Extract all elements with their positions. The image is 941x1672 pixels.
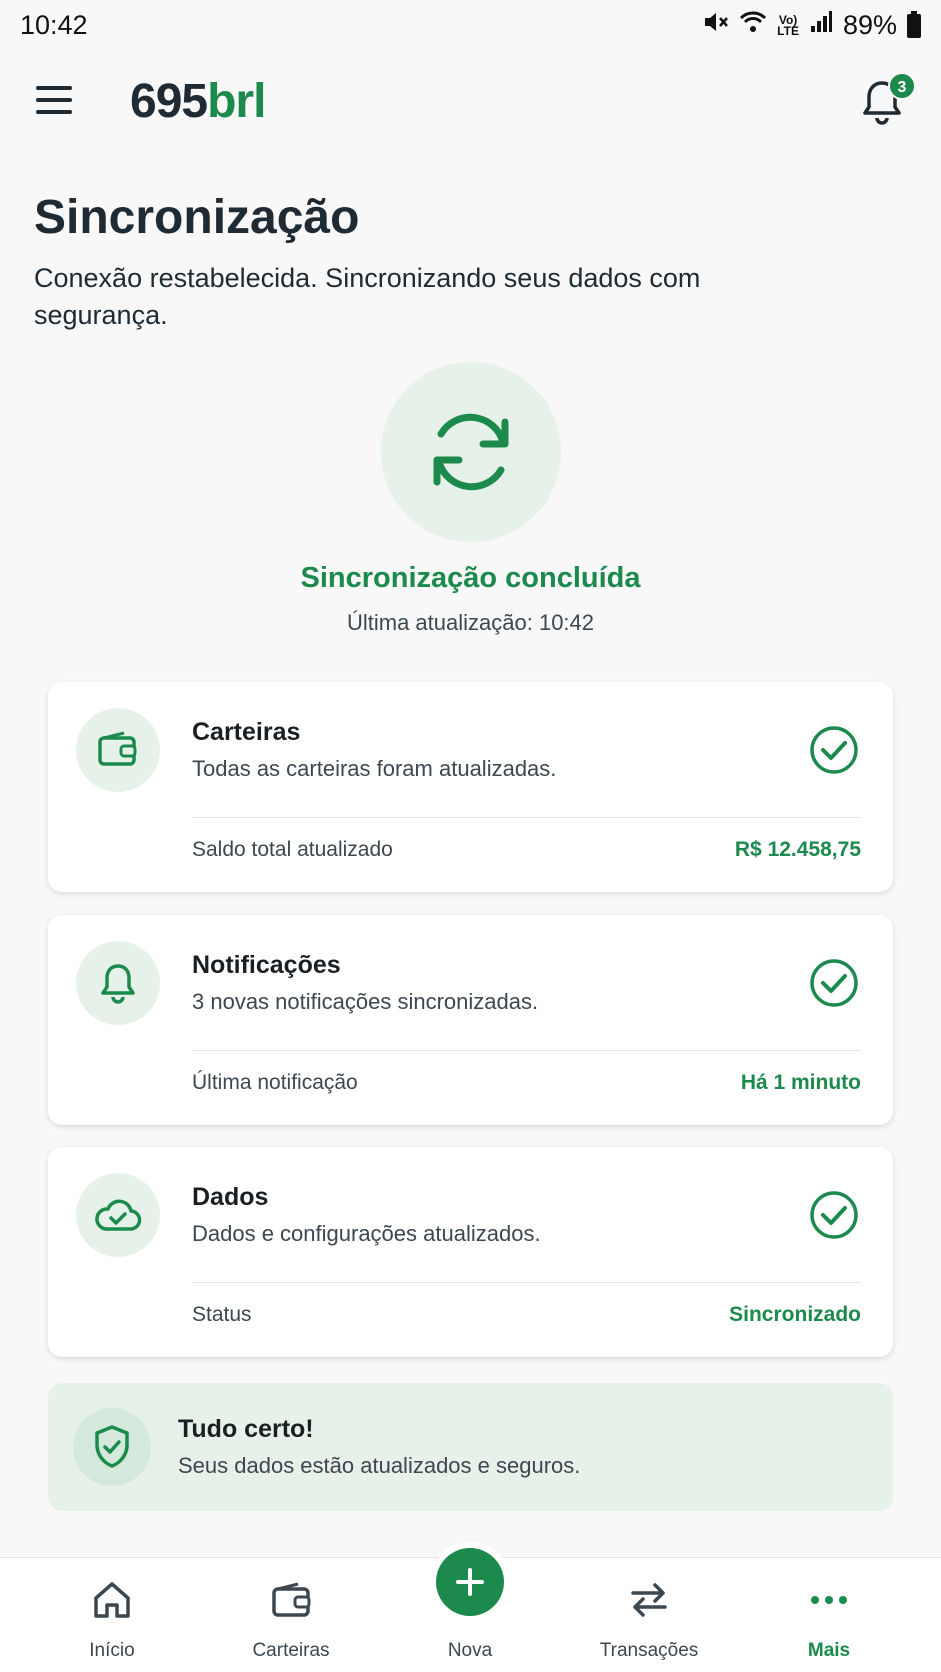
check-circle-icon <box>808 1189 860 1246</box>
nav-label: Mais <box>807 1640 851 1661</box>
wallet-icon <box>272 1582 311 1617</box>
hamburger-icon <box>36 86 72 90</box>
banner-title: Tudo certo! <box>178 1415 314 1443</box>
bell-icon <box>101 964 135 1004</box>
card-title: Carteiras <box>192 718 301 746</box>
card-footer-value: R$ 12.458,75 <box>734 838 861 861</box>
bell-icon-circle <box>76 941 160 1025</box>
nav-item-carteiras[interactable]: Carteiras <box>216 1558 366 1672</box>
status-icons: Vo) LTE 89% <box>703 10 921 41</box>
shield-check-icon <box>95 1425 129 1468</box>
signal-icon <box>809 10 833 41</box>
nav-item-transacoes[interactable]: Transações <box>574 1558 724 1672</box>
cloud-icon-circle <box>76 1173 160 1257</box>
banner-description: Seus dados estão atualizados e seguros. <box>178 1453 581 1478</box>
card-footer-value: Há 1 minuto <box>740 1071 861 1094</box>
divider <box>192 817 861 818</box>
more-icon <box>811 1596 847 1604</box>
wallet-icon <box>98 731 137 766</box>
all-good-banner: Tudo certo! Seus dados estão atualizados… <box>48 1383 893 1511</box>
app-logo: 695brl <box>130 75 266 128</box>
notifications-card[interactable]: Notificações 3 novas notificações sincro… <box>48 915 893 1125</box>
page-title: Sincronização <box>34 191 360 244</box>
new-transaction-button[interactable] <box>436 1548 504 1616</box>
divider <box>192 1050 861 1051</box>
notification-badge: 3 <box>888 72 916 100</box>
check-circle-icon <box>808 957 860 1014</box>
volte-icon: Vo) LTE <box>777 12 799 38</box>
sync-indicator <box>381 362 561 542</box>
transfer-icon <box>631 1583 667 1617</box>
battery-icon <box>907 10 921 38</box>
divider <box>192 1282 861 1283</box>
home-icon <box>94 1582 130 1618</box>
status-time: 10:42 <box>20 10 88 40</box>
battery-percent: 89% <box>842 10 897 40</box>
wallets-card[interactable]: Carteiras Todas as carteiras foram atual… <box>48 682 893 892</box>
plus-icon <box>456 1568 484 1596</box>
card-description: Todas as carteiras foram atualizadas. <box>192 756 557 781</box>
card-footer-label: Saldo total atualizado <box>192 838 393 861</box>
page-subtitle: Conexão restabelecida. Sincronizando seu… <box>34 263 701 330</box>
wifi-icon <box>739 10 767 41</box>
card-title: Dados <box>192 1183 269 1211</box>
check-circle-icon <box>808 724 860 781</box>
menu-button[interactable] <box>36 86 74 120</box>
card-footer-value: Sincronizado <box>729 1303 861 1326</box>
app-header: 695brl 3 <box>0 56 941 152</box>
sync-last-update: Última atualização: 10:42 <box>346 610 595 635</box>
mute-icon <box>703 10 729 41</box>
nav-item-mais[interactable]: Mais <box>754 1558 904 1672</box>
status-bar: 10:42 Vo) LTE 89% <box>0 0 941 52</box>
card-description: 3 novas notificações sincronizadas. <box>192 989 539 1014</box>
shield-icon-circle <box>73 1408 151 1486</box>
cloud-check-icon <box>95 1199 142 1231</box>
sync-status: Sincronização concluída <box>300 562 641 594</box>
sync-icon <box>433 413 509 491</box>
nav-label: Transações <box>599 1640 699 1661</box>
nav-label: Nova <box>447 1640 493 1661</box>
nav-label: Carteiras <box>252 1640 330 1661</box>
card-footer-label: Status <box>192 1303 252 1326</box>
card-title: Notificações <box>192 951 341 979</box>
nav-label: Início <box>89 1640 135 1661</box>
card-description: Dados e configurações atualizados. <box>192 1221 541 1246</box>
card-footer-label: Última notificação <box>192 1071 358 1094</box>
nav-item-inicio[interactable]: Início <box>37 1558 187 1672</box>
wallet-icon-circle <box>76 708 160 792</box>
data-card[interactable]: Dados Dados e configurações atualizados.… <box>48 1147 893 1357</box>
